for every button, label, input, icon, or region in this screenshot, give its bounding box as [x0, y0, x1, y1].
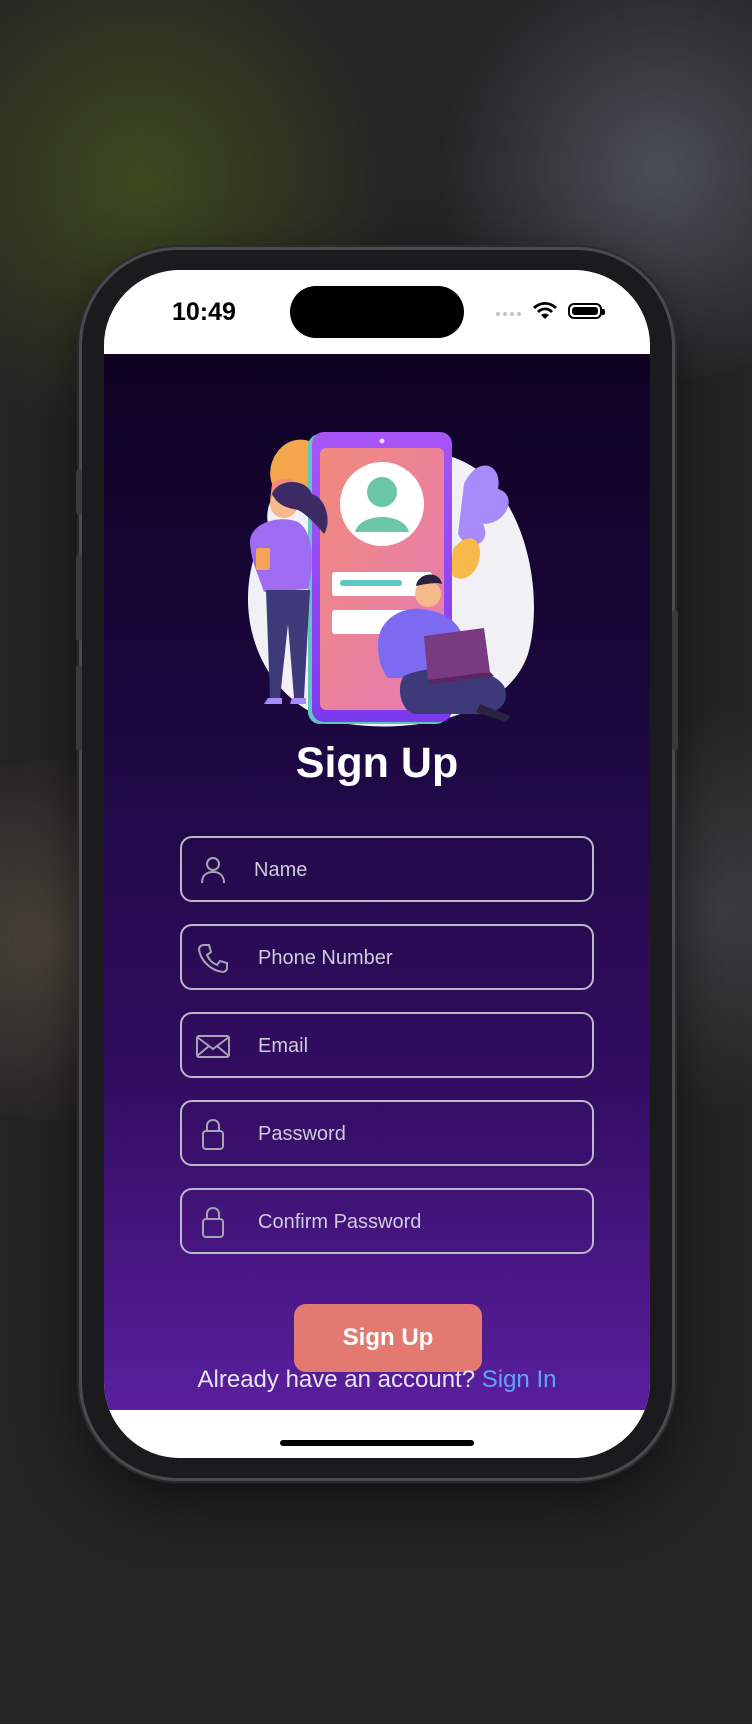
- home-indicator[interactable]: [280, 1440, 474, 1446]
- email-input[interactable]: [256, 1014, 580, 1078]
- email-field[interactable]: [180, 1012, 594, 1078]
- name-field[interactable]: [180, 836, 594, 902]
- battery-icon: [568, 303, 605, 319]
- volume-down-button: [76, 665, 82, 751]
- dynamic-island: [290, 286, 464, 338]
- volume-up-button: [76, 555, 82, 641]
- phone-icon: [197, 944, 228, 974]
- sign-in-link[interactable]: Sign In: [482, 1366, 557, 1393]
- confirm-password-input[interactable]: [256, 1190, 580, 1254]
- sign-up-button[interactable]: Sign Up: [294, 1304, 482, 1372]
- password-input[interactable]: [256, 1102, 580, 1166]
- signup-illustration: [247, 432, 535, 727]
- status-bar: 10:49: [104, 270, 650, 354]
- password-field[interactable]: [180, 1100, 594, 1166]
- person-icon: [201, 857, 225, 884]
- action-button: [76, 470, 82, 514]
- cellular-signal-icon: [496, 312, 521, 316]
- envelope-icon: [196, 1035, 230, 1058]
- page-title: Sign Up: [295, 739, 459, 787]
- phone-number-field[interactable]: [180, 924, 594, 990]
- status-time: 10:49: [172, 298, 236, 326]
- screen: 10:49 Sign Up Name Phone Number Email Si…: [104, 270, 650, 1458]
- name-input[interactable]: [252, 838, 576, 902]
- signin-prompt: Already have an account? Sign In: [104, 1366, 650, 1394]
- confirm-password-field[interactable]: [180, 1188, 594, 1254]
- power-button: [672, 610, 678, 750]
- wifi-icon: [533, 302, 557, 319]
- lock-icon: [202, 1206, 224, 1238]
- lock-icon: [202, 1118, 224, 1150]
- signup-screen: Sign Up Name Phone Number Email Sign Up …: [104, 354, 650, 1410]
- home-indicator-area: [104, 1410, 650, 1458]
- phone-number-input[interactable]: [256, 926, 580, 990]
- account-prompt-text: Already have an account?: [197, 1366, 476, 1393]
